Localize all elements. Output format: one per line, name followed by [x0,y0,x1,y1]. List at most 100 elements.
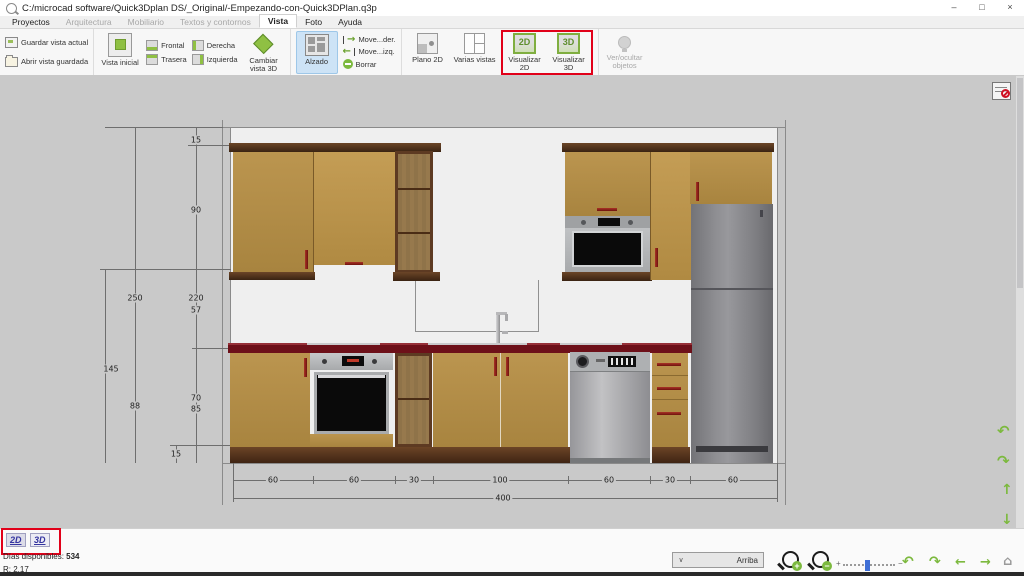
delete-button[interactable]: Borrar [343,59,396,69]
dishwasher[interactable] [570,352,650,463]
view-direction-dropdown[interactable]: ∨ Arriba [672,552,764,568]
open-saved-view-button[interactable]: Abrir vista guardada [5,55,88,67]
tab-proyectos[interactable]: Proyectos [4,16,58,28]
multiple-views-button[interactable]: Varias vistas [454,31,496,74]
plinth-right [652,447,690,463]
dim-label: 220 [186,294,205,303]
cabinet-handle [655,248,658,267]
group-visualize: Plano 2D Varias vistas 2D Visualizar 2D … [402,29,599,75]
pan-left-icon[interactable]: ← [955,555,966,570]
move-left-button[interactable]: ← Move...izq. [343,47,396,56]
highlight-box-view-tabs [1,528,61,555]
close-button[interactable]: × [996,0,1024,16]
visualize-3d-button[interactable]: 3D Visualizar 3D [548,31,590,74]
lightbulb-icon [618,36,631,49]
dim-ext-counter [192,348,231,349]
tab-foto[interactable]: Foto [297,16,330,28]
drawer-unit[interactable] [652,353,688,447]
back-view-button[interactable]: Trasera [146,54,187,65]
dim-label: 60 [266,476,280,485]
home-view-icon[interactable]: ⌂ [1003,554,1012,569]
dim-ext-cabtop [188,145,233,146]
base-open-shelf-unit[interactable] [395,353,432,447]
rotate-cw-icon[interactable]: ↷ [997,452,1010,470]
tab-arquitectura[interactable]: Arquitectura [58,16,120,28]
tab-mobiliario[interactable]: Mobiliario [120,16,172,28]
oven-column-door[interactable] [565,152,650,216]
tab-vista[interactable]: Vista [259,14,297,28]
ribbon-tab-bar: Proyectos Arquitectura Mobiliario Textos… [0,16,1024,29]
dim-label: 145 [101,365,120,374]
zoom-out-minus-icon: − [822,561,832,571]
zoom-slider[interactable] [843,564,895,566]
highlight-box-visualize: 2D Visualizar 2D 3D Visualizar 3D [501,30,593,75]
move-left-icon [354,48,356,56]
built-in-microwave[interactable] [565,216,650,274]
pan-down-icon[interactable]: ↓ [1001,512,1013,528]
app-logo-icon [6,3,17,14]
rotate-ccw-icon[interactable]: ↶ [997,422,1010,440]
locked-furniture-icon[interactable] [992,82,1011,100]
maximize-button[interactable]: □ [968,0,996,16]
move-right-button[interactable]: → Move...der. [343,35,396,44]
pan-right-icon[interactable]: → [980,555,991,570]
save-current-view-button[interactable]: Guardar vista actual [5,37,88,48]
zoom-slider-thumb[interactable] [865,560,870,571]
left-view-button[interactable]: Izquierda [192,54,238,65]
pan-up-icon[interactable]: ↑ [1001,482,1013,498]
zoom-in-plus-icon: + [792,561,802,571]
faucet[interactable] [496,312,510,343]
dim-label: 250 [125,294,144,303]
visualize-2d-button[interactable]: 2D Visualizar 2D [504,31,546,74]
over-fridge-cabinet[interactable] [690,152,772,204]
upper-right-bottom-trim [562,272,652,281]
wall-edge-right-inner [777,127,778,463]
dim-label: 60 [726,476,740,485]
window-bottom-edge [0,572,1024,576]
canvas-scrollbar[interactable] [1016,76,1024,528]
save-view-icon [5,37,18,48]
dim-label: 88 [128,402,142,411]
niche-line-right [538,280,539,331]
base-cabinet-left[interactable] [230,353,310,447]
upper-open-shelf-unit[interactable] [395,151,433,273]
plinth-left [230,447,570,463]
dim-label: 85 [189,405,203,414]
right-view-button[interactable]: Derecha [192,40,238,51]
minimize-button[interactable]: – [940,0,968,16]
open-view-icon [5,57,18,67]
elevation-button[interactable]: Alzado [296,31,338,74]
upper-cabinet-door-2[interactable] [314,152,395,265]
upper-cabinet-door-1[interactable] [233,152,314,272]
tilt-up-icon[interactable]: ↷ [929,554,941,570]
front-view-button[interactable]: Frontal [146,40,187,51]
dim-label: 90 [189,206,203,215]
cube-3d-icon [253,33,273,53]
dim-label: 30 [663,476,677,485]
group-elevation: Alzado → Move...der. ← Move...izq. Borra… [291,29,402,75]
refrigerator[interactable] [691,204,773,463]
dim-ext-mid [100,269,231,270]
cabinet-handle [494,357,497,376]
left-view-icon [192,54,204,65]
sink-cabinet[interactable] [433,353,568,447]
built-in-oven[interactable] [310,353,393,447]
tab-textos-y-contornos[interactable]: Textos y contornos [172,16,259,28]
tab-ayuda[interactable]: Ayuda [330,16,370,28]
drawing-canvas[interactable]: 15 90 250 220 57 145 88 70 85 15 60 60 3… [0,76,1024,528]
plan-2d-button[interactable]: Plano 2D [407,31,449,74]
visualize-3d-icon: 3D [557,33,580,54]
drawer-handle [657,412,681,415]
change-3d-view-button[interactable]: Cambiar vista 3D [243,31,285,74]
initial-view-button[interactable]: Vista inicial [99,31,141,74]
wall-edge-right-outer [785,120,786,505]
cabinet-handle [597,208,617,211]
right-view-icon [192,40,204,51]
tilt-down-icon[interactable]: ↶ [902,554,914,570]
zoom-in-button[interactable]: + [782,551,799,568]
zoom-out-button[interactable]: − [812,551,829,568]
dim-label: 57 [189,306,203,315]
show-hide-objects-button[interactable]: Ver/ocultar objetos [604,31,646,74]
delete-icon [343,59,353,69]
cabinet-handle [696,182,699,201]
